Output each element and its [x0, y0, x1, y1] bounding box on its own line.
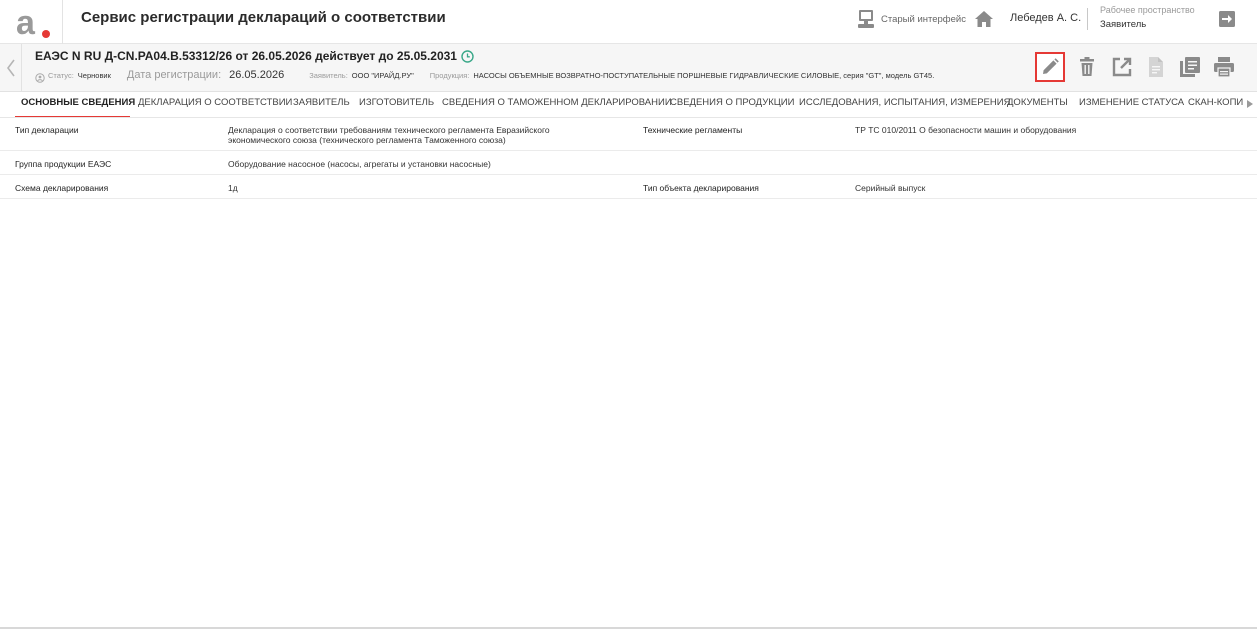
- tab-applicant[interactable]: ЗАЯВИТЕЛЬ: [293, 97, 350, 117]
- old-interface-label: Старый интерфейс: [881, 13, 966, 25]
- declaration-title-row: ЕАЭС N RU Д-CN.РА04.В.53312/26 от 26.05.…: [35, 49, 474, 63]
- home-button[interactable]: [974, 9, 994, 29]
- applicant-label: Заявитель:: [309, 71, 348, 80]
- tab-declaration[interactable]: ДЕКЛАРАЦИЯ О СООТВЕТСТВИИ: [138, 97, 292, 117]
- status-icon: [35, 70, 45, 83]
- chevron-left-icon: [6, 59, 15, 77]
- status-label: Статус:: [48, 71, 74, 80]
- edit-icon: [1043, 58, 1059, 74]
- user-name[interactable]: Лебедев А. С.: [1010, 12, 1081, 24]
- table-row: Схема декларирования 1д Тип объекта декл…: [0, 175, 1257, 199]
- delete-icon: [1080, 57, 1094, 76]
- declaration-meta: Статус: Черновик Дата регистрации: 26.05…: [35, 69, 935, 83]
- copy-button[interactable]: [1175, 52, 1205, 82]
- tab-research[interactable]: ИССЛЕДОВАНИЯ, ИСПЫТАНИЯ, ИЗМЕРЕНИЯ: [799, 97, 1010, 117]
- declaration-header: ЕАЭС N RU Д-CN.РА04.В.53312/26 от 26.05.…: [0, 44, 1257, 92]
- declaration-scheme-value: 1д: [228, 183, 238, 193]
- print-icon: [1214, 57, 1234, 78]
- print-button[interactable]: [1209, 52, 1239, 82]
- table-row: Группа продукции ЕАЭС Оборудование насос…: [0, 151, 1257, 175]
- object-type-label: Тип объекта декларирования: [643, 183, 759, 193]
- clock-icon: [461, 49, 474, 63]
- declaration-scheme-label: Схема декларирования: [15, 183, 109, 193]
- tab-main-info[interactable]: ОСНОВНЫЕ СВЕДЕНИЯ: [21, 97, 135, 117]
- tab-status-change[interactable]: ИЗМЕНЕНИЕ СТАТУСА: [1079, 97, 1184, 117]
- logout-icon: [1219, 11, 1235, 27]
- top-app-bar: a Сервис регистрации деклараций о соотве…: [0, 0, 1257, 44]
- registration-date-value: 26.05.2026: [229, 69, 285, 81]
- declaration-title: ЕАЭС N RU Д-CN.РА04.В.53312/26 от 26.05.…: [35, 49, 457, 63]
- document-button[interactable]: [1141, 52, 1171, 82]
- declaration-type-label: Тип декларации: [15, 125, 79, 135]
- open-external-icon: [1112, 57, 1132, 77]
- tab-manufacturer[interactable]: ИЗГОТОВИТЕЛЬ: [359, 97, 434, 117]
- tabs-scroll-right-button[interactable]: [1243, 97, 1257, 111]
- tech-regulations-label: Технические регламенты: [643, 125, 743, 135]
- old-interface-link[interactable]: Старый интерфейс: [857, 8, 966, 30]
- product-group-value: Оборудование насосное (насосы, агрегаты …: [228, 159, 491, 169]
- app-logo[interactable]: a: [14, 3, 54, 42]
- copy-icon: [1180, 57, 1200, 77]
- section-tabs: ОСНОВНЫЕ СВЕДЕНИЯ ДЕКЛАРАЦИЯ О СООТВЕТСТ…: [0, 92, 1257, 118]
- app-title: Сервис регистрации деклараций о соответс…: [81, 9, 446, 26]
- object-type-value: Серийный выпуск: [855, 183, 926, 193]
- tab-documents[interactable]: ДОКУМЕНТЫ: [1007, 97, 1068, 117]
- logout-button[interactable]: [1217, 9, 1237, 29]
- document-icon: [1149, 57, 1163, 77]
- product-group-label: Группа продукции ЕАЭС: [15, 159, 112, 169]
- workspace-selector[interactable]: Заявитель: [1100, 19, 1146, 30]
- status-value: Черновик: [77, 71, 111, 80]
- tech-regulations-value: ТР ТС 010/2011 О безопасности машин и об…: [855, 125, 1077, 135]
- main-info-table: Тип декларации Декларация о соответствии…: [0, 118, 1257, 199]
- svg-text:a: a: [16, 4, 36, 41]
- home-icon: [975, 11, 993, 27]
- registration-date-label: Дата регистрации:: [126, 69, 222, 81]
- monitor-icon: [857, 9, 875, 29]
- product-value: НАСОСЫ ОБЪЕМНЫЕ ВОЗВРАТНО-ПОСТУПАТЕЛЬНЫЕ…: [473, 71, 935, 80]
- delete-button[interactable]: [1072, 52, 1102, 82]
- back-button[interactable]: [0, 44, 22, 92]
- open-external-button[interactable]: [1107, 52, 1137, 82]
- workspace-title: Рабочее пространство: [1100, 5, 1195, 15]
- logo-divider: [62, 0, 63, 44]
- chevron-right-icon: [1247, 100, 1253, 108]
- tab-products[interactable]: СВЕДЕНИЯ О ПРОДУКЦИИ: [670, 97, 794, 117]
- edit-button[interactable]: [1035, 52, 1065, 82]
- product-label: Продукция:: [429, 71, 470, 80]
- tab-customs[interactable]: СВЕДЕНИЯ О ТАМОЖЕННОМ ДЕКЛАРИРОВАНИИ: [442, 97, 672, 117]
- applicant-value: ООО "ИРАЙД.РУ": [351, 71, 414, 80]
- tab-scans[interactable]: СКАН-КОПИИ: [1188, 97, 1250, 117]
- user-divider: [1087, 8, 1088, 30]
- table-row: Тип декларации Декларация о соответствии…: [0, 118, 1257, 151]
- declaration-type-value: Декларация о соответствии требованиям те…: [228, 125, 550, 145]
